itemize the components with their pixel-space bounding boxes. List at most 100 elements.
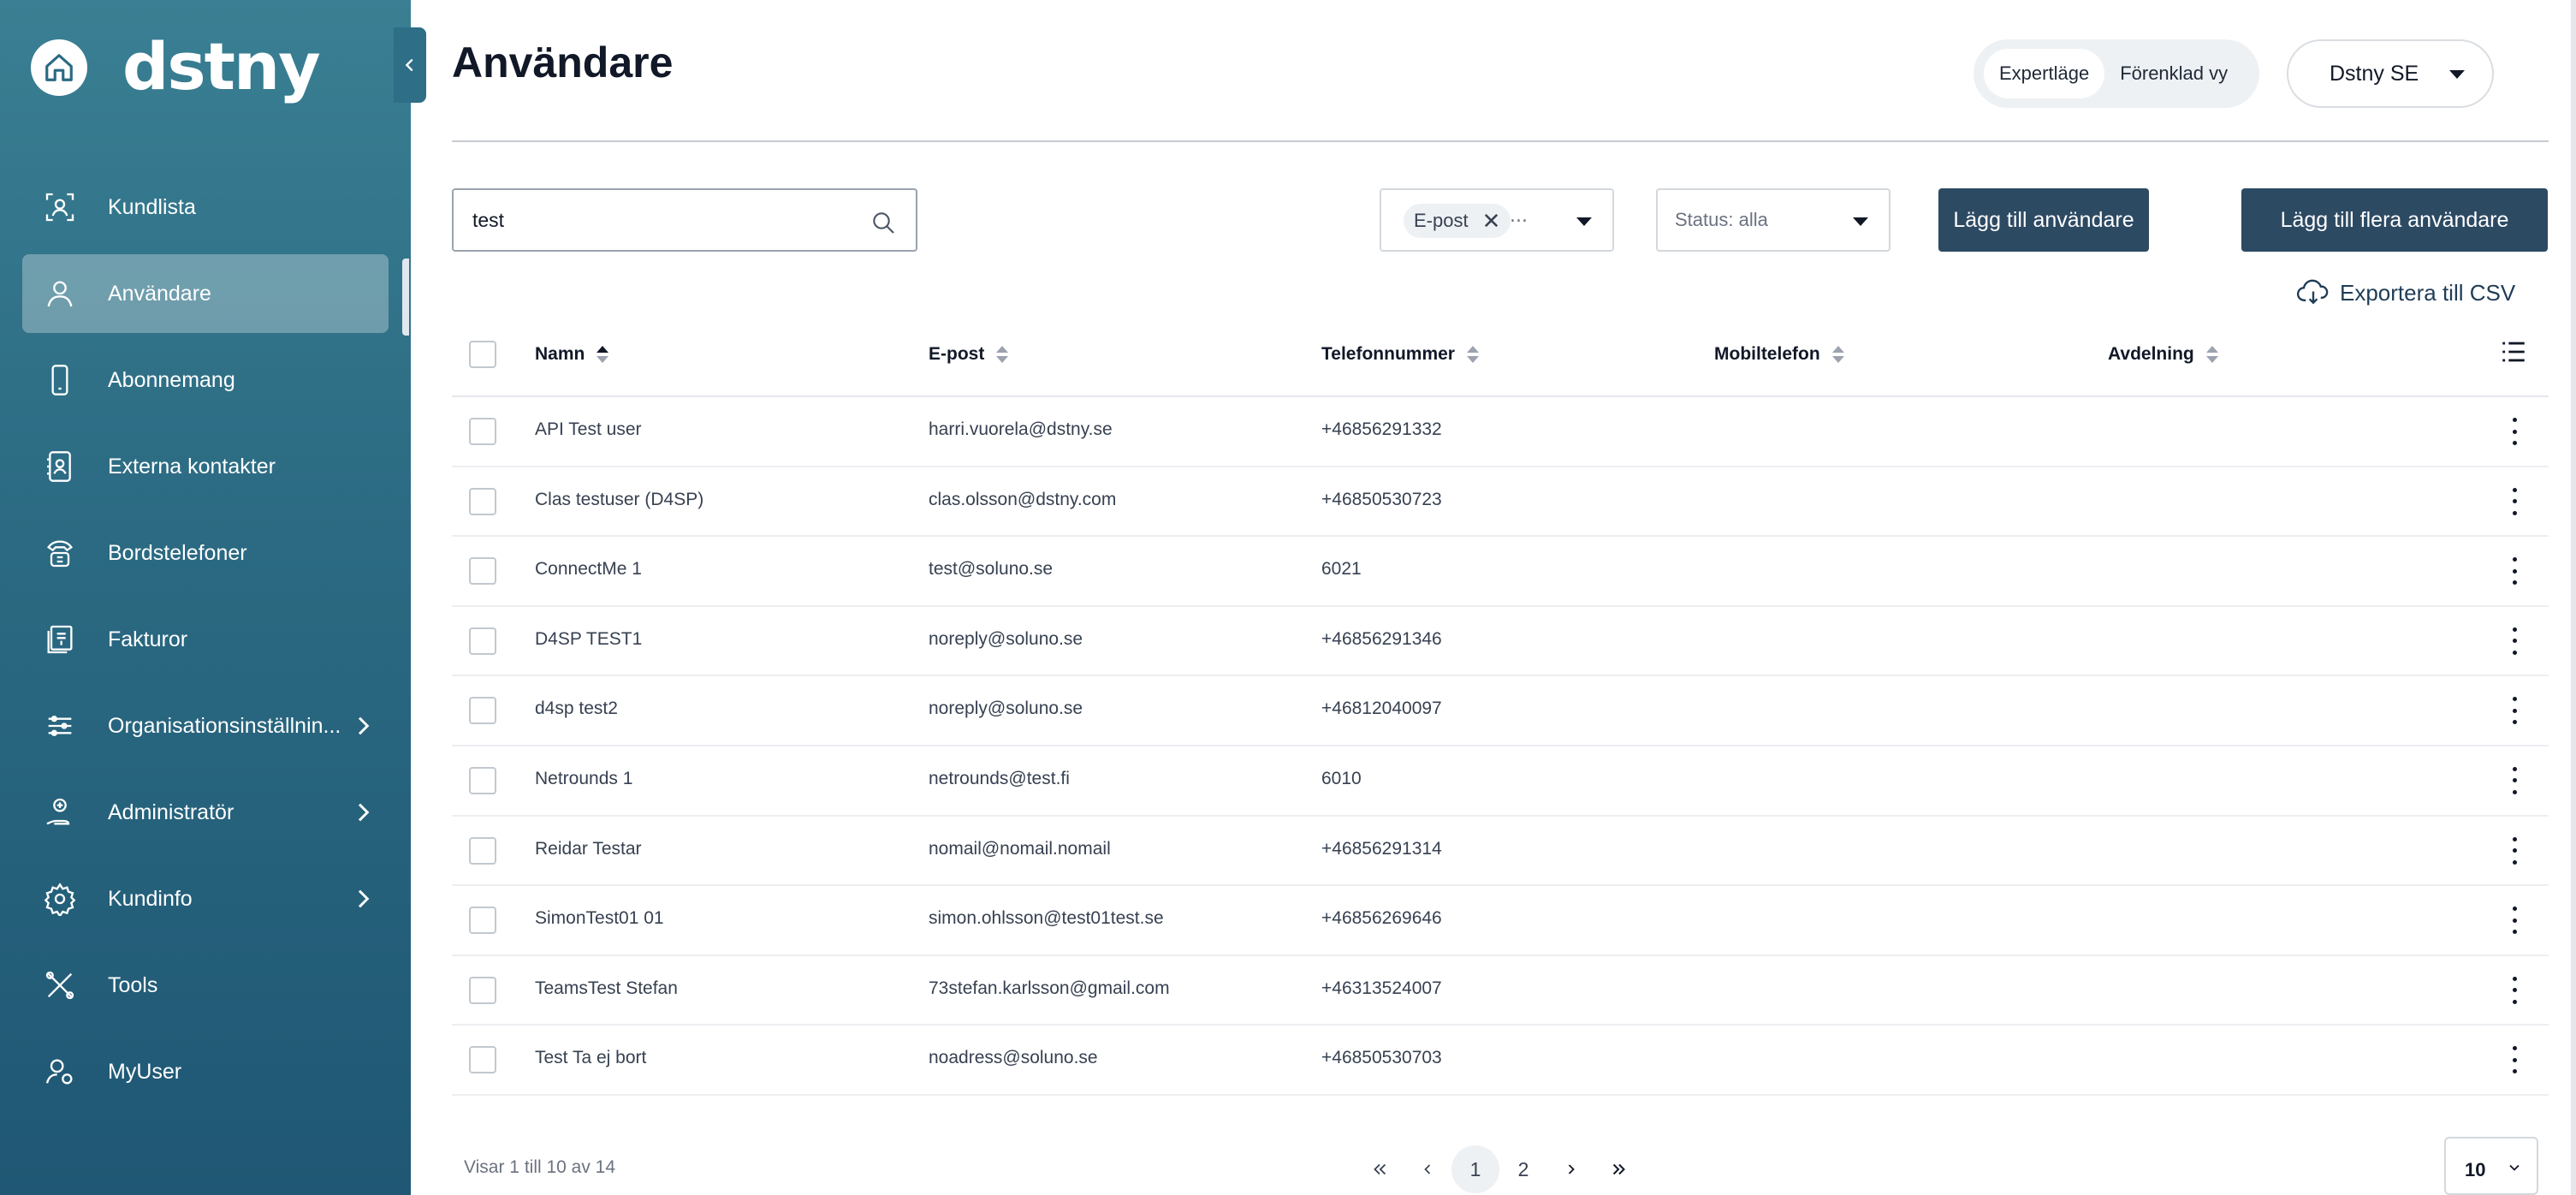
row-actions-menu-icon[interactable] <box>2509 976 2520 1004</box>
row-checkbox[interactable] <box>469 976 496 1004</box>
table-row[interactable]: D4SP TEST1 noreply@soluno.se +46856291346 <box>452 607 2549 677</box>
row-checkbox[interactable] <box>469 766 496 794</box>
sidebar-item-myuser[interactable]: MyUser <box>22 1032 389 1111</box>
status-filter-value: Status: alla <box>1675 209 1768 230</box>
cell-name: Test Ta ej bort <box>535 1048 647 1068</box>
cell-name: Clas testuser (D4SP) <box>535 489 704 509</box>
row-checkbox[interactable] <box>469 907 496 935</box>
row-actions-menu-icon[interactable] <box>2509 766 2520 794</box>
page-button-1[interactable]: 1 <box>1451 1145 1499 1193</box>
view-mode-toggle: Expertläge Förenklad vy <box>1974 39 2259 108</box>
previous-page-button[interactable] <box>1404 1145 1451 1193</box>
select-all-checkbox[interactable] <box>469 341 496 368</box>
cell-name: ConnectMe 1 <box>535 559 642 580</box>
tools-icon <box>45 971 74 1000</box>
page-button-2[interactable]: 2 <box>1499 1145 1547 1193</box>
mode-expert[interactable]: Expertläge <box>1984 49 2105 98</box>
active-indicator <box>402 259 409 336</box>
sidebar-item-organisationsinstallningar[interactable]: Organisationsinställnin... <box>22 687 389 765</box>
home-button[interactable] <box>31 39 87 96</box>
cell-phone: 6021 <box>1321 559 1362 580</box>
row-actions-menu-icon[interactable] <box>2509 907 2520 935</box>
sidebar-item-label: Användare <box>108 281 211 306</box>
sidebar-item-label: MyUser <box>108 1059 182 1084</box>
row-actions-menu-icon[interactable] <box>2509 836 2520 865</box>
last-page-button[interactable] <box>1595 1145 1643 1193</box>
table-row[interactable]: d4sp test2 noreply@soluno.se +46812040097 <box>452 676 2549 746</box>
sidebar-item-label: Fakturor <box>108 627 188 651</box>
cell-phone: +46856291346 <box>1321 628 1442 649</box>
sidebar-item-bordstelefoner[interactable]: Bordstelefoner <box>22 514 389 592</box>
mode-simplified[interactable]: Förenklad vy <box>2104 49 2243 98</box>
column-header-epost[interactable]: E-post <box>929 344 1009 365</box>
sidebar-collapse-button[interactable] <box>394 27 426 103</box>
sort-icon <box>1466 345 1479 364</box>
organization-select[interactable]: Dstny SE <box>2287 39 2494 108</box>
column-header-namn[interactable]: Namn <box>535 344 609 365</box>
sidebar-item-label: Kundinfo <box>108 886 193 911</box>
table-row[interactable]: Test Ta ej bort noadress@soluno.se +468505… <box>452 1026 2549 1096</box>
sidebar-item-abonnemang[interactable]: Abonnemang <box>22 341 389 419</box>
table-header: Namn E-post Telefonnummer Mobiltelefon A… <box>452 320 2549 397</box>
sidebar-item-administrator[interactable]: Administratör <box>22 773 389 852</box>
cell-name: Netrounds 1 <box>535 768 633 788</box>
row-actions-menu-icon[interactable] <box>2509 627 2520 655</box>
close-icon[interactable]: ✕ <box>1482 210 1501 232</box>
sidebar-item-kundlista[interactable]: Kundlista <box>22 168 389 247</box>
row-checkbox[interactable] <box>469 836 496 865</box>
export-csv-button[interactable]: Exportera till CSV <box>2297 274 2515 312</box>
status-filter[interactable]: Status: alla <box>1656 188 1890 252</box>
table-row[interactable]: Reidar Testar nomail@nomail.nomail +468562… <box>452 817 2549 887</box>
sidebar-item-label: Kundlista <box>108 194 196 219</box>
desk-phone-icon <box>47 540 73 568</box>
row-actions-menu-icon[interactable] <box>2509 487 2520 515</box>
cell-phone: +46856291314 <box>1321 838 1442 859</box>
table-row[interactable]: API Test user harri.vuorela@dstny.se +4685… <box>452 397 2549 467</box>
sidebar-item-kundinfo[interactable]: Kundinfo <box>22 859 389 938</box>
cell-phone: +46850530723 <box>1321 489 1442 509</box>
sidebar-item-externa-kontakter[interactable]: Externa kontakter <box>22 427 389 506</box>
row-checkbox[interactable] <box>469 418 496 445</box>
sidebar-item-tools[interactable]: Tools <box>22 946 389 1025</box>
search-input[interactable] <box>472 202 849 238</box>
sidebar-item-anvandare[interactable]: Användare <box>22 254 389 333</box>
row-actions-menu-icon[interactable] <box>2509 557 2520 586</box>
row-actions-menu-icon[interactable] <box>2509 418 2520 445</box>
row-actions-menu-icon[interactable] <box>2509 1046 2520 1074</box>
add-user-button[interactable]: Lägg till användare <box>1938 188 2149 252</box>
search-icon[interactable] <box>870 209 897 236</box>
table-row[interactable]: Clas testuser (D4SP) clas.olsson@dstny.co… <box>452 467 2549 538</box>
next-page-button[interactable] <box>1547 1145 1595 1193</box>
page-size-select[interactable]: 10 <box>2444 1137 2538 1195</box>
invoice-icon <box>47 625 73 654</box>
sort-icon <box>996 345 1009 364</box>
row-checkbox[interactable] <box>469 487 496 515</box>
sort-icon <box>2205 345 2218 364</box>
first-page-button[interactable] <box>1356 1145 1404 1193</box>
search-field-filter[interactable]: E-post ✕ ... <box>1380 188 1614 252</box>
table-row[interactable]: TeamsTest Stefan 73stefan.karlsson@gmail.… <box>452 956 2549 1026</box>
row-checkbox[interactable] <box>469 1046 496 1074</box>
column-header-label: Mobiltelefon <box>1714 344 1820 364</box>
row-actions-menu-icon[interactable] <box>2509 697 2520 725</box>
chevron-right-icon <box>358 889 370 908</box>
column-settings-icon[interactable] <box>2499 337 2528 366</box>
column-header-mobiltelefon[interactable]: Mobiltelefon <box>1714 344 1844 365</box>
mobile-phone-icon <box>51 365 68 395</box>
add-multiple-users-button[interactable]: Lägg till flera användare <box>2241 188 2548 252</box>
row-checkbox[interactable] <box>469 557 496 586</box>
table-row[interactable]: ConnectMe 1 test@soluno.se 6021 <box>452 537 2549 607</box>
table-row[interactable]: Netrounds 1 netrounds@test.fi 6010 <box>452 746 2549 817</box>
row-checkbox[interactable] <box>469 627 496 655</box>
row-checkbox[interactable] <box>469 697 496 725</box>
header-divider <box>452 140 2549 142</box>
sort-icon <box>597 345 609 364</box>
sidebar-item-fakturor[interactable]: Fakturor <box>22 600 389 679</box>
column-header-telefonnummer[interactable]: Telefonnummer <box>1321 344 1479 365</box>
caret-down-icon <box>1853 217 1868 226</box>
cell-email: noreply@soluno.se <box>929 628 1083 649</box>
table-row[interactable]: SimonTest01 01 simon.ohlsson@test01test.s… <box>452 886 2549 956</box>
cell-name: TeamsTest Stefan <box>535 978 678 998</box>
sidebar: dstny Kundlista Användare Abonnemang Ext… <box>0 0 411 1195</box>
column-header-avdelning[interactable]: Avdelning <box>2108 344 2218 365</box>
